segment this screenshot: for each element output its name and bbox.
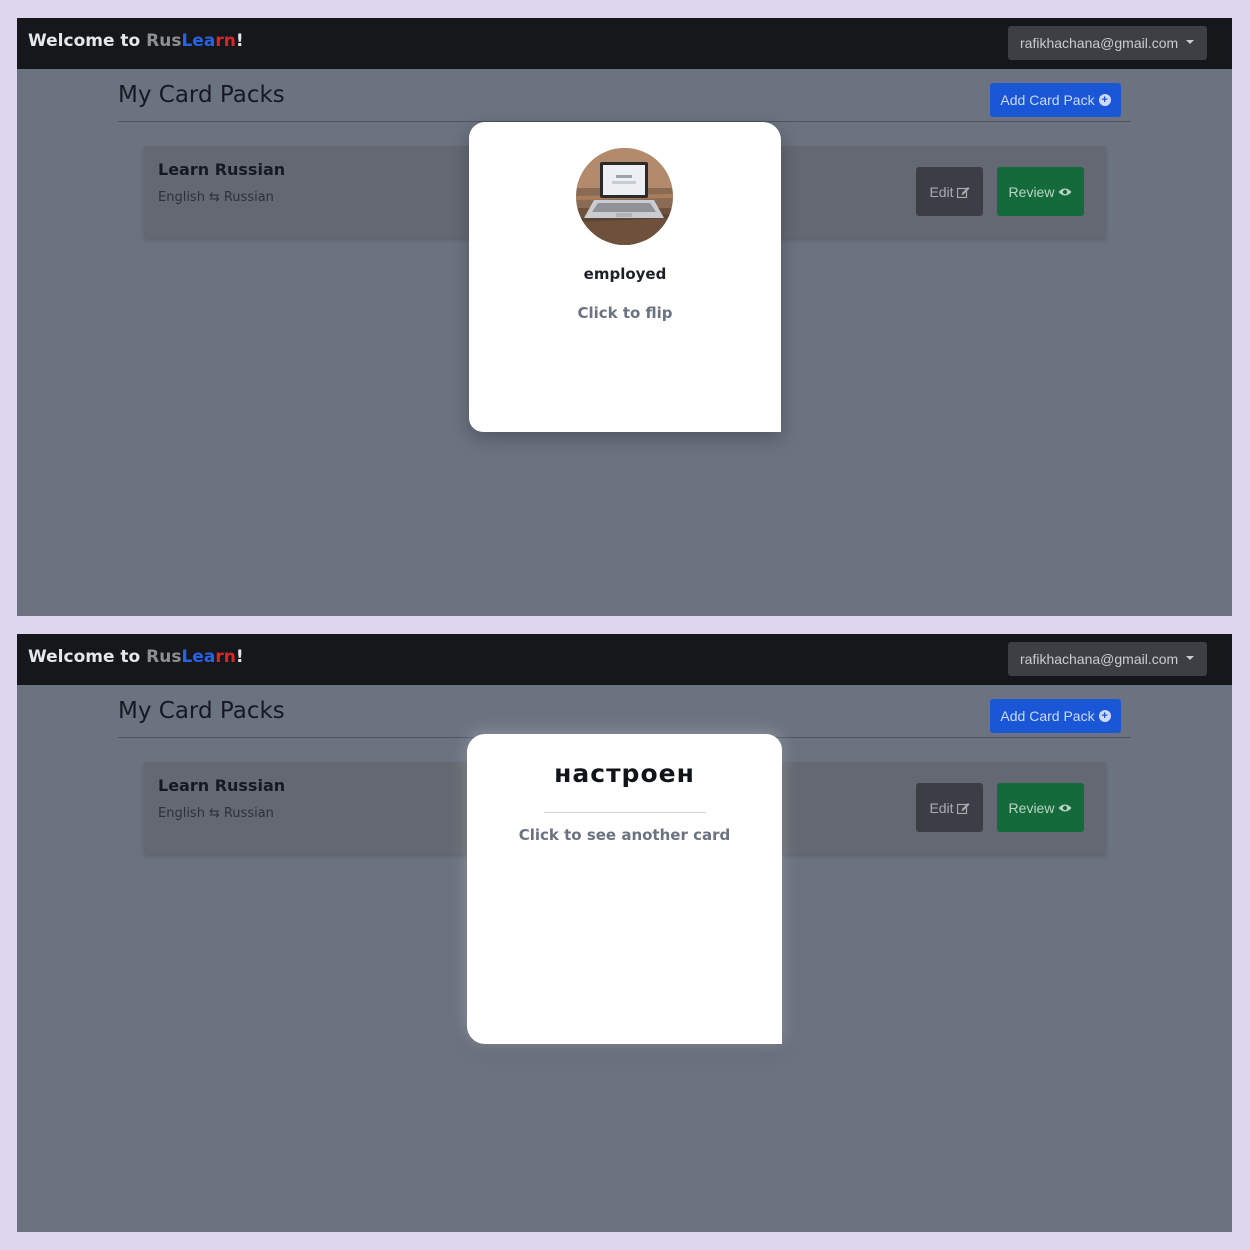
add-card-pack-button[interactable]: Add Card Pack + [990, 699, 1121, 733]
caret-down-icon [1186, 40, 1195, 44]
eye-icon [1058, 804, 1072, 811]
page-title: My Card Packs [118, 82, 285, 108]
card-word: employed [583, 265, 667, 283]
brand-suffix: ! [235, 31, 244, 51]
brand-lea: Lea [181, 647, 216, 667]
review-button[interactable]: Review [997, 783, 1084, 832]
from-language: English [158, 806, 205, 821]
pack-name: Learn Russian [158, 776, 286, 795]
review-label: Review [1008, 183, 1055, 200]
brand-lea: Lea [181, 31, 216, 51]
navbar: Welcome to RusLearn! rafikhachana@gmail.… [17, 18, 1232, 69]
add-card-pack-button[interactable]: Add Card Pack + [990, 83, 1121, 117]
brand-prefix: Welcome to [28, 31, 147, 51]
flip-hint[interactable]: Click to flip [469, 304, 781, 322]
to-language: Russian [223, 190, 274, 205]
edit-button[interactable]: Edit [916, 783, 983, 832]
edit-icon [956, 802, 970, 814]
navbar: Welcome to RusLearn! rafikhachana@gmail.… [17, 634, 1232, 685]
pack-languages: English ⇆ Russian [158, 190, 274, 205]
edit-button[interactable]: Edit [916, 167, 983, 216]
user-email: rafikhachana@gmail.com [1020, 651, 1179, 667]
review-label: Review [1008, 799, 1055, 816]
user-dropdown[interactable]: rafikhachana@gmail.com [1008, 642, 1207, 676]
brand-rus: Rus [146, 31, 182, 51]
user-email: rafikhachana@gmail.com [1020, 35, 1179, 51]
brand-prefix: Welcome to [28, 647, 147, 667]
pack-name: Learn Russian [158, 160, 286, 179]
next-card-hint[interactable]: Click to see another card [467, 826, 782, 844]
edit-icon [956, 186, 970, 198]
swap-arrows-icon: ⇆ [208, 806, 220, 821]
eye-icon [1058, 188, 1072, 195]
plus-circle-icon: + [1098, 94, 1111, 106]
flashcard-back[interactable]: настроен Click to see another card [467, 734, 782, 1044]
brand-title[interactable]: Welcome to RusLearn! [28, 31, 244, 51]
add-card-pack-label: Add Card Pack [1000, 92, 1095, 108]
to-language: Russian [223, 806, 274, 821]
brand-rn: rn [215, 647, 236, 667]
brand-rus: Rus [146, 647, 182, 667]
laptop-photo-icon [576, 148, 673, 245]
user-dropdown[interactable]: rafikhachana@gmail.com [1008, 26, 1207, 60]
from-language: English [158, 190, 205, 205]
page-title: My Card Packs [118, 698, 285, 724]
brand-suffix: ! [235, 647, 244, 667]
pack-languages: English ⇆ Russian [158, 806, 274, 821]
brand-rn: rn [215, 31, 236, 51]
plus-circle-icon: + [1098, 710, 1111, 722]
swap-arrows-icon: ⇆ [208, 190, 220, 205]
card-translation: настроен [554, 759, 695, 788]
add-card-pack-label: Add Card Pack [1000, 708, 1095, 724]
card-divider [544, 812, 706, 813]
edit-label: Edit [929, 799, 954, 816]
screenshot-back-side: Welcome to RusLearn! rafikhachana@gmail.… [17, 634, 1232, 1232]
screenshot-front-side: Welcome to RusLearn! rafikhachana@gmail.… [17, 18, 1232, 616]
edit-label: Edit [929, 183, 954, 200]
review-button[interactable]: Review [997, 167, 1084, 216]
brand-title[interactable]: Welcome to RusLearn! [28, 647, 244, 667]
flashcard-front[interactable]: employed Click to flip [469, 122, 781, 432]
caret-down-icon [1186, 656, 1195, 660]
